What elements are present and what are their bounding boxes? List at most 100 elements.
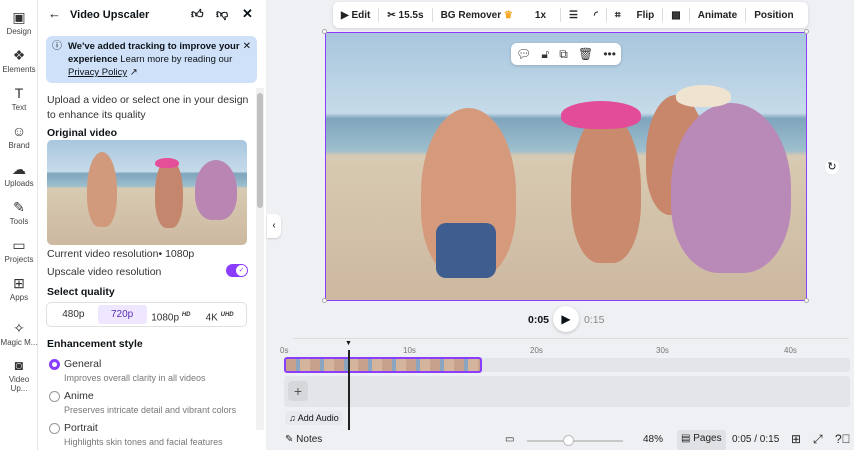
thumbs-up-icon[interactable]: 👍︎ <box>191 7 204 22</box>
bg-remover-button[interactable]: BG Remover ♛ <box>433 10 521 21</box>
speed-button[interactable]: 1x <box>521 10 560 21</box>
resize-handle[interactable] <box>322 298 327 303</box>
add-audio-button[interactable]: ♫ Add Audio <box>285 411 343 425</box>
rail-label: Magic M... <box>0 338 38 347</box>
playhead[interactable] <box>348 350 350 430</box>
pages-button[interactable]: ▤ Pages <box>677 430 726 450</box>
zoom-slider-thumb[interactable] <box>563 435 574 446</box>
select-quality-heading: Select quality <box>47 286 115 298</box>
zoom-level[interactable]: 48% <box>643 434 663 445</box>
magic-icon: ✧ <box>13 320 25 336</box>
upscale-toggle[interactable] <box>226 264 248 277</box>
rail-text[interactable]: T Text <box>0 85 38 112</box>
rail-tools[interactable]: ✎ Tools <box>0 199 38 226</box>
scissors-icon: ✂ <box>387 9 399 21</box>
quality-4k[interactable]: 4K UHD <box>195 305 244 324</box>
border-style-icon[interactable]: ☰ <box>561 10 586 21</box>
rail-label: Uploads <box>4 179 34 188</box>
duplicate-icon[interactable]: ⧉ <box>559 47 568 62</box>
rail-label: Projects <box>4 255 34 264</box>
quality-1080p[interactable]: 1080p HD <box>147 305 196 324</box>
notes-button[interactable]: ✎ Notes <box>285 434 322 445</box>
privacy-policy-link[interactable]: Privacy Policy <box>68 67 127 78</box>
scrollbar-thumb[interactable] <box>257 93 263 208</box>
resize-handle[interactable] <box>322 29 327 34</box>
close-icon[interactable]: ✕ <box>242 6 253 22</box>
video-icon: ▶︎ <box>341 9 352 21</box>
tick-label: 20s <box>530 346 543 355</box>
back-arrow-icon[interactable]: ← <box>48 6 61 21</box>
style-anime-label[interactable]: Anime <box>64 390 94 402</box>
trash-icon[interactable]: 🗑︎ <box>578 47 593 61</box>
canvas-video[interactable] <box>325 32 807 301</box>
radio-general[interactable] <box>49 359 60 370</box>
resize-handle[interactable] <box>804 298 809 303</box>
thumbs-down-icon[interactable]: 👎︎ <box>216 7 228 22</box>
empty-track <box>284 376 850 407</box>
quality-label: 1080p <box>151 312 180 324</box>
resize-handle[interactable] <box>804 29 809 34</box>
notice-close-icon[interactable]: ✕ <box>243 40 251 53</box>
pages-icon: ▤ <box>681 433 694 444</box>
elements-icon: ❖ <box>12 47 26 63</box>
current-resolution: Current video resolution• 1080p <box>47 248 195 260</box>
rail-label: Brand <box>8 141 30 150</box>
rail-projects[interactable]: ▭ Projects <box>0 237 38 264</box>
trim-button[interactable]: ✂ 15.5s <box>379 10 431 21</box>
panel-scrollbar[interactable] <box>256 88 264 430</box>
grid-view-icon[interactable]: ⊞ <box>791 432 801 446</box>
collapse-panel-button[interactable]: ‹ <box>267 214 281 238</box>
play-button[interactable]: ▶ <box>553 306 579 332</box>
rail-uploads[interactable]: ☁ Uploads <box>0 161 38 188</box>
play-icon: ▶ <box>561 312 571 326</box>
rail-magic-media[interactable]: ✧ Magic M... <box>0 320 38 347</box>
edit-button[interactable]: ▶︎ Edit <box>333 10 378 21</box>
lock-icon[interactable]: 🔓︎ <box>541 47 549 62</box>
radio-anime[interactable] <box>49 391 60 402</box>
tick-label: 40s <box>784 346 797 355</box>
more-icon[interactable]: ••• <box>603 47 616 61</box>
panel-header: ← Video Upscaler 👍︎ 👎︎ ✕ <box>48 6 258 24</box>
playhead-marker-icon[interactable]: ▼ <box>345 340 352 347</box>
total-time: 0:15 <box>584 314 605 326</box>
rail-design[interactable]: ▣ Design <box>0 9 38 36</box>
rail-apps[interactable]: ⊞ Apps <box>0 275 38 302</box>
quality-480p[interactable]: 480p <box>49 305 98 324</box>
fit-page-icon[interactable]: ▭ <box>505 434 514 445</box>
corner-rounding-icon[interactable]: ◜ <box>586 10 606 21</box>
time-readout: 0:05 / 0:15 <box>732 434 780 445</box>
add-track-button[interactable]: + <box>288 381 308 401</box>
external-link-icon: ↗ <box>129 67 138 78</box>
flip-button[interactable]: Flip <box>629 10 663 21</box>
quality-720p[interactable]: 720p <box>97 305 147 324</box>
folder-icon: ▭ <box>12 237 26 253</box>
help-icon[interactable]: ?⃝ <box>835 432 851 446</box>
rail-elements[interactable]: ❖ Elements <box>0 47 38 74</box>
fullscreen-icon[interactable]: ⤢ <box>813 432 823 447</box>
notes-label: Notes <box>296 434 323 445</box>
quality-label: 720p <box>111 309 134 320</box>
animate-button[interactable]: Animate <box>690 10 745 21</box>
transparency-icon[interactable]: ▩ <box>663 10 688 21</box>
position-button[interactable]: Position <box>746 10 801 21</box>
rotate-icon[interactable]: ↻ <box>825 160 839 174</box>
video-clip[interactable] <box>284 357 482 373</box>
comment-icon[interactable]: 💬︎ <box>516 47 531 61</box>
intro-text: Upload a video or select one in your des… <box>47 94 249 121</box>
notice-text: Learn more by reading our <box>117 54 233 65</box>
style-general-label[interactable]: General <box>64 358 101 370</box>
crown-icon: ♛ <box>503 9 513 21</box>
style-portrait-label[interactable]: Portrait <box>64 422 98 434</box>
duration-label: 15.5s <box>398 9 424 21</box>
rail-label: Apps <box>9 293 29 302</box>
rail-video-upscaler[interactable]: ◙ Video Up... <box>0 357 38 393</box>
radio-portrait[interactable] <box>49 423 60 434</box>
element-floating-toolbar: 💬︎ 🔓︎ ⧉ 🗑︎ ••• <box>511 43 621 65</box>
brand-icon: ☺ <box>11 123 27 139</box>
add-audio-label: Add Audio <box>297 413 339 423</box>
crop-icon[interactable]: ⌗ <box>607 10 629 21</box>
panel-title: Video Upscaler <box>70 9 150 21</box>
original-video-thumbnail[interactable] <box>47 140 247 245</box>
zoom-slider[interactable] <box>527 440 623 442</box>
rail-brand[interactable]: ☺ Brand <box>0 123 38 150</box>
